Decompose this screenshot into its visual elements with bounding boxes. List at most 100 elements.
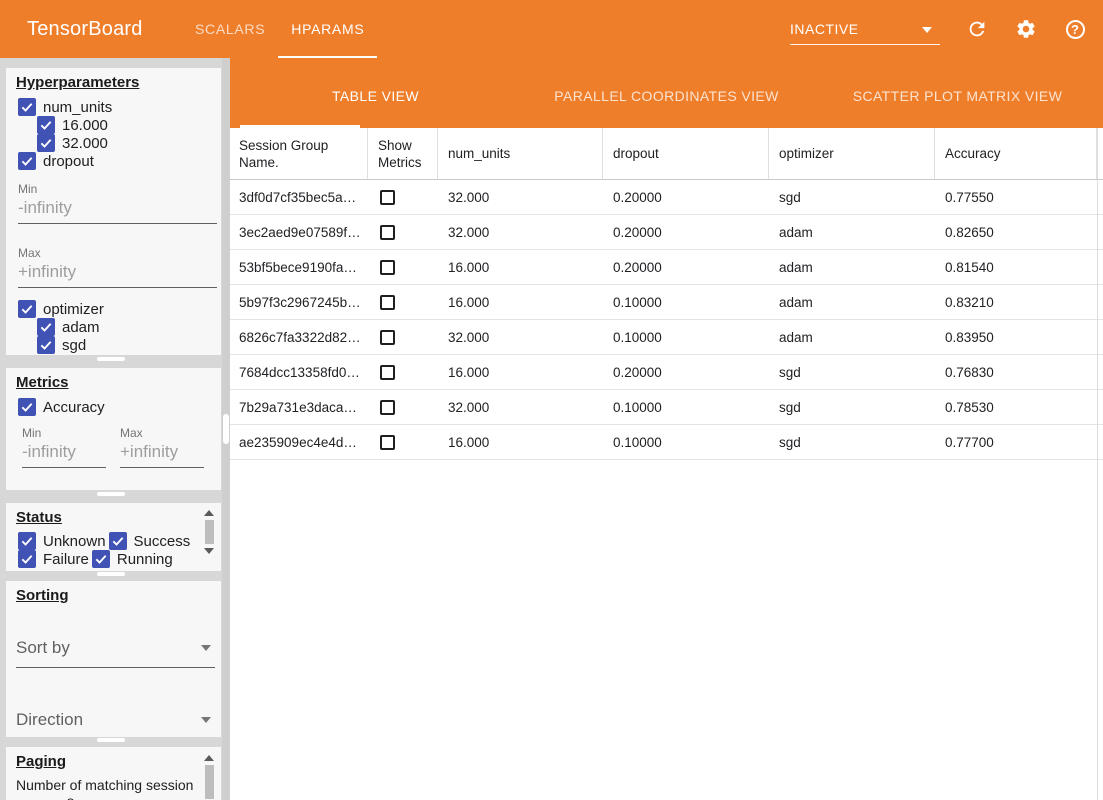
status-success-checkbox[interactable]: [109, 532, 127, 550]
panel-resize-handle[interactable]: [97, 572, 125, 576]
value-32-checkbox[interactable]: [37, 134, 55, 152]
show-metrics-checkbox[interactable]: [380, 190, 395, 205]
status-dropdown-value: INACTIVE: [790, 21, 859, 37]
optimizer-cell: sgd: [769, 435, 935, 450]
panel-resize-handle[interactable]: [97, 738, 125, 742]
tab-hparams[interactable]: HPARAMS: [278, 0, 377, 58]
hyperparameters-heading: Hyperparameters: [16, 74, 221, 91]
paging-scrollbar[interactable]: [204, 755, 214, 800]
num-units-checkbox[interactable]: [18, 98, 36, 116]
status-options: Unknown Success Failure Running: [18, 532, 196, 568]
num-units-value-32: 32.000: [37, 134, 221, 152]
col-show-metrics[interactable]: Show Metrics: [368, 128, 438, 179]
hyperparameters-panel: Hyperparameters num_units 16.000 32.000 …: [6, 68, 221, 355]
dropout-min-field: Min -infinity: [18, 182, 221, 224]
table-row: 6826c7fa3322d82… 32.000 0.10000 adam 0.8…: [230, 320, 1103, 355]
direction-select[interactable]: Direction: [16, 710, 215, 737]
accuracy-cell: 0.78530: [935, 400, 1097, 415]
status-unknown: Unknown: [18, 532, 106, 550]
accuracy-checkbox[interactable]: [18, 398, 36, 416]
min-label: Min: [18, 182, 221, 196]
dropout-label: dropout: [43, 153, 94, 170]
table-row: ae235909ec4e4d… 16.000 0.10000 sgd 0.777…: [230, 425, 1103, 460]
col-accuracy[interactable]: Accuracy: [935, 128, 1097, 179]
status-panel: Status Unknown Success Failure Running: [6, 503, 221, 571]
filters-sidebar: Hyperparameters num_units 16.000 32.000 …: [0, 58, 222, 800]
view-tabs: TABLE VIEW PARALLEL COORDINATES VIEW SCA…: [230, 58, 1103, 128]
show-metrics-checkbox[interactable]: [380, 365, 395, 380]
show-metrics-checkbox[interactable]: [380, 260, 395, 275]
num-units-cell: 16.000: [438, 295, 603, 310]
dropout-cell: 0.10000: [603, 435, 769, 450]
tab-table-view[interactable]: TABLE VIEW: [230, 58, 521, 128]
status-unknown-checkbox[interactable]: [18, 532, 36, 550]
show-metrics-cell: [368, 330, 438, 345]
col-num-units[interactable]: num_units: [438, 128, 603, 179]
scrollbar-thumb[interactable]: [205, 765, 214, 799]
num-units-filter: num_units: [18, 98, 221, 116]
dropout-min-input[interactable]: -infinity: [18, 196, 217, 224]
refresh-icon[interactable]: [965, 17, 989, 41]
dropout-cell: 0.20000: [603, 365, 769, 380]
tab-parallel-coordinates-view[interactable]: PARALLEL COORDINATES VIEW: [521, 58, 812, 128]
show-metrics-checkbox[interactable]: [380, 435, 395, 450]
status-failure-checkbox[interactable]: [18, 550, 36, 568]
max-label: Max: [120, 426, 204, 440]
col-optimizer[interactable]: optimizer: [769, 128, 935, 179]
optimizer-value-sgd: sgd: [37, 336, 221, 354]
optimizer-cell: adam: [769, 330, 935, 345]
help-icon[interactable]: [1063, 17, 1087, 41]
show-metrics-checkbox[interactable]: [380, 400, 395, 415]
status-failure-label: Failure: [43, 551, 89, 568]
direction-label: Direction: [16, 710, 215, 737]
panel-resize-handle[interactable]: [97, 492, 125, 496]
gear-icon[interactable]: [1014, 17, 1038, 41]
dropout-max-input[interactable]: +infinity: [18, 260, 217, 288]
sidebar-scrollbar[interactable]: [222, 58, 230, 800]
num-units-cell: 32.000: [438, 225, 603, 240]
show-metrics-checkbox[interactable]: [380, 225, 395, 240]
status-heading: Status: [16, 509, 221, 526]
status-dropdown[interactable]: INACTIVE: [790, 0, 940, 58]
status-success: Success: [109, 532, 191, 550]
show-metrics-cell: [368, 435, 438, 450]
paging-panel: Paging Number of matching session groups…: [6, 747, 221, 800]
scrollbar-thumb[interactable]: [223, 414, 229, 444]
col-session-group-name[interactable]: Session Group Name.: [230, 128, 368, 179]
question-mark-glyph: [1066, 20, 1085, 39]
tab-scalars[interactable]: SCALARS: [182, 0, 278, 58]
table-row: 3df0d7cf35bec5a… 32.000 0.20000 sgd 0.77…: [230, 180, 1103, 215]
sgd-checkbox[interactable]: [37, 336, 55, 354]
tab-scatter-plot-matrix-view[interactable]: SCATTER PLOT MATRIX VIEW: [812, 58, 1103, 128]
accuracy-min-input[interactable]: -infinity: [22, 440, 106, 468]
dropout-checkbox[interactable]: [18, 152, 36, 170]
optimizer-checkbox[interactable]: [18, 300, 36, 318]
show-metrics-cell: [368, 225, 438, 240]
show-metrics-cell: [368, 190, 438, 205]
session-group-name-cell: 7684dcc13358fd0…: [230, 365, 368, 380]
status-unknown-label: Unknown: [43, 533, 106, 550]
scroll-up-icon[interactable]: [204, 510, 214, 516]
value-16-checkbox[interactable]: [37, 116, 55, 134]
show-metrics-checkbox[interactable]: [380, 330, 395, 345]
status-running-checkbox[interactable]: [92, 550, 110, 568]
scroll-down-icon[interactable]: [204, 548, 214, 554]
scrollbar-thumb[interactable]: [205, 520, 214, 544]
dropout-filter: dropout: [18, 152, 221, 170]
toolbar: INACTIVE: [790, 0, 1087, 58]
chevron-down-icon: [201, 717, 211, 723]
accuracy-max-input[interactable]: +infinity: [120, 440, 204, 468]
metrics-panel: Metrics Accuracy Min -infinity Max +infi…: [6, 368, 221, 490]
col-dropout[interactable]: dropout: [603, 128, 769, 179]
status-scrollbar[interactable]: [204, 510, 214, 565]
adam-checkbox[interactable]: [37, 318, 55, 336]
show-metrics-cell: [368, 295, 438, 310]
panel-resize-handle[interactable]: [97, 357, 125, 361]
scroll-up-icon[interactable]: [204, 755, 214, 761]
value-32-label: 32.000: [62, 135, 108, 152]
show-metrics-checkbox[interactable]: [380, 295, 395, 310]
sort-by-select[interactable]: Sort by: [16, 638, 215, 668]
chevron-down-icon: [922, 27, 932, 33]
num-units-cell: 16.000: [438, 365, 603, 380]
dropout-cell: 0.10000: [603, 330, 769, 345]
